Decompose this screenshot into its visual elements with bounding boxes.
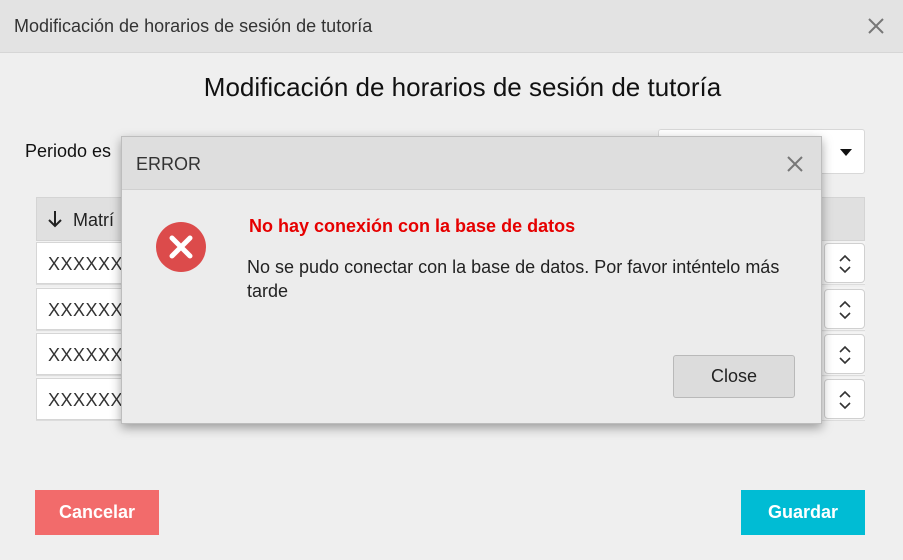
period-label: Periodo es bbox=[25, 141, 112, 161]
code-text: XXXXXX bbox=[48, 390, 124, 410]
error-dialog: ERROR No hay conexión con la base de dat… bbox=[121, 136, 822, 424]
close-icon[interactable] bbox=[865, 15, 887, 37]
code-text: XXXXXX bbox=[48, 254, 124, 274]
error-message: No se pudo conectar con la base de datos… bbox=[247, 257, 780, 301]
page-title: Modificación de horarios de sesión de tu… bbox=[203, 72, 722, 102]
dialog-close-button[interactable]: Close bbox=[673, 355, 795, 398]
error-circle-icon bbox=[156, 222, 206, 272]
time-stepper[interactable] bbox=[824, 243, 865, 283]
up-down-icon bbox=[839, 390, 851, 410]
code-text: XXXXXX bbox=[48, 345, 124, 365]
up-down-icon bbox=[839, 300, 851, 320]
up-down-icon bbox=[839, 345, 851, 365]
error-title: No hay conexión con la base de datos bbox=[249, 216, 576, 236]
up-down-icon bbox=[839, 254, 851, 274]
dialog-header: ERROR bbox=[122, 137, 821, 190]
column-header-matricula: Matrí bbox=[73, 210, 115, 230]
window-title: Modificación de horarios de sesión de tu… bbox=[14, 16, 373, 36]
dialog-title: ERROR bbox=[136, 154, 202, 174]
time-stepper[interactable] bbox=[824, 289, 865, 329]
arrow-down-icon bbox=[48, 211, 62, 228]
cancel-button[interactable]: Cancelar bbox=[35, 490, 159, 535]
close-icon[interactable] bbox=[784, 153, 806, 175]
code-text: XXXXXX bbox=[48, 300, 124, 320]
time-stepper[interactable] bbox=[824, 334, 865, 374]
time-stepper[interactable] bbox=[824, 379, 865, 419]
chevron-down-icon bbox=[840, 149, 852, 156]
save-button[interactable]: Guardar bbox=[741, 490, 865, 535]
window-titlebar: Modificación de horarios de sesión de tu… bbox=[0, 0, 903, 53]
